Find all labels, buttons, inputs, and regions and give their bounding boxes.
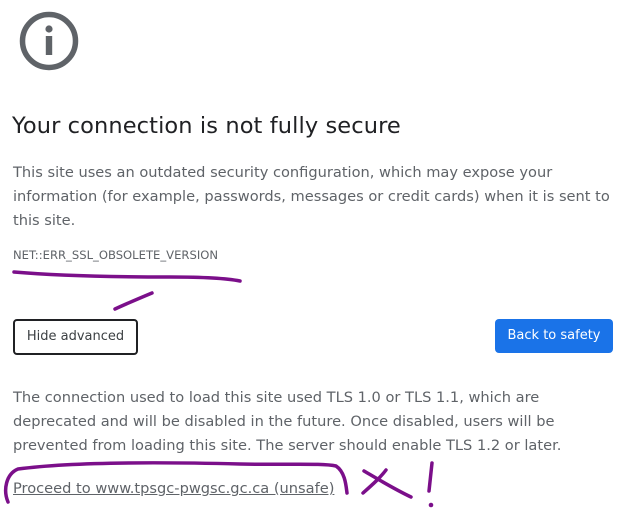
description-text: This site uses an outdated security conf… xyxy=(13,164,610,229)
slash-mark xyxy=(113,291,154,311)
hide-advanced-button[interactable]: Hide advanced xyxy=(13,319,138,355)
info-circle-icon xyxy=(19,11,79,71)
error-code: NET::ERR_SSL_OBSOLETE_VERSION xyxy=(13,248,219,262)
underline-mark xyxy=(12,270,242,283)
exclamation-line xyxy=(427,461,434,493)
advanced-details-text: The connection used to load this site us… xyxy=(13,389,562,454)
x-mark-line-1 xyxy=(362,469,413,499)
x-mark-line-2 xyxy=(361,468,388,495)
exclamation-dot xyxy=(428,502,434,508)
page-title: Your connection is not fully secure xyxy=(12,113,401,139)
back-to-safety-button[interactable]: Back to safety xyxy=(495,319,613,353)
proceed-unsafe-link[interactable]: Proceed to www.tpsgc-pwgsc.gc.ca (unsafe… xyxy=(13,480,334,497)
